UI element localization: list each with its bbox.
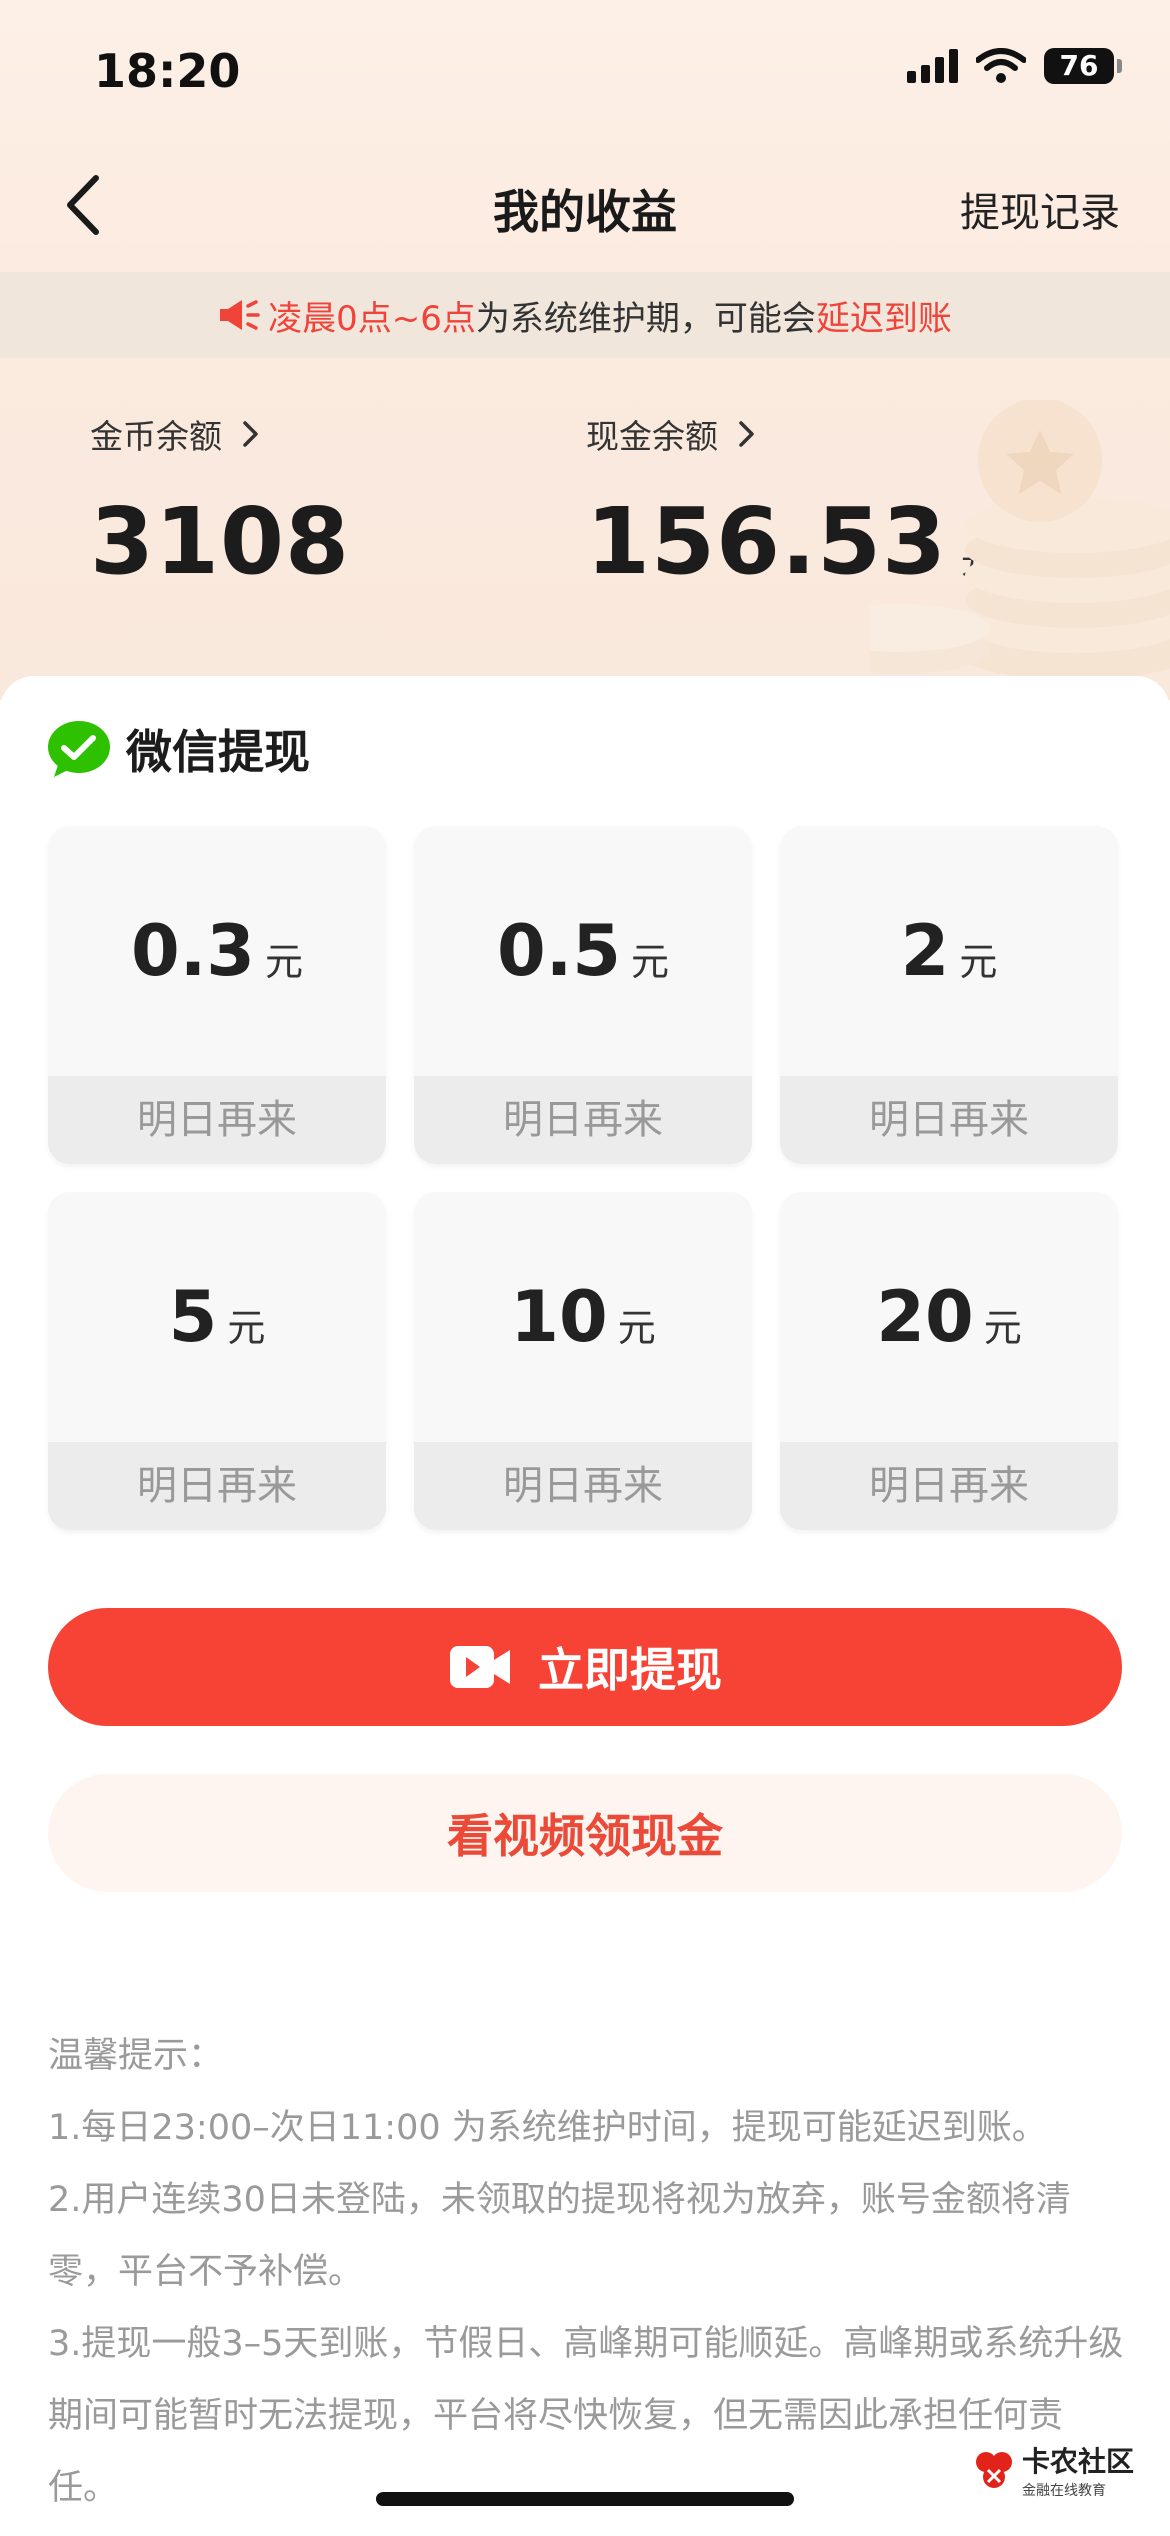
- option-unit: 元: [265, 940, 304, 984]
- amount-option[interactable]: 2元 明日再来: [780, 826, 1118, 1164]
- status-icons: 76: [907, 48, 1122, 84]
- notice-text: 为系统维护期，可能会: [475, 298, 816, 339]
- megaphone-icon: [220, 300, 260, 330]
- amount-option[interactable]: 0.3 元 明日再来: [48, 826, 386, 1164]
- tips-line: 1.每日23:00–次日11:00 为系统维护时间，提现可能延迟到账。: [48, 2108, 1047, 2148]
- tips-title: 温馨提示：: [48, 2036, 224, 2076]
- withdraw-now-label: 立即提现: [538, 1643, 722, 1697]
- coin-stack-illustration: [870, 400, 1170, 680]
- option-status: 明日再来: [780, 1076, 1118, 1164]
- watch-video-label: 看视频领现金: [447, 1809, 723, 1863]
- option-amount: 0.5: [496, 910, 621, 992]
- video-camera-icon: [450, 1646, 510, 1688]
- tips-line: 2.用户连续30日未登陆，未领取的提现将视为放弃，账号金额将清零，平台不予补偿。: [48, 2180, 1071, 2292]
- option-status: 明日再来: [780, 1442, 1118, 1530]
- option-unit: 元: [983, 1306, 1022, 1350]
- coin-balance-label[interactable]: 金币余额: [90, 410, 262, 458]
- cash-balance-title: 现金余额: [586, 417, 718, 456]
- option-status: 明日再来: [414, 1076, 752, 1164]
- amount-option[interactable]: 0.5 元 明日再来: [414, 826, 752, 1164]
- wechat-withdraw-label: 微信提现: [126, 725, 310, 779]
- option-amount: 2: [900, 910, 950, 992]
- notice-delay: 延迟到账: [815, 298, 952, 339]
- amount-option[interactable]: 10 元 明日再来: [414, 1192, 752, 1530]
- withdraw-history-link[interactable]: 提现记录: [960, 180, 1120, 238]
- option-amount: 0.3: [130, 910, 255, 992]
- kanong-logo-icon: [975, 2452, 1012, 2488]
- option-status: 明日再来: [48, 1442, 386, 1530]
- maintenance-notice: 凌晨0点~6点 为系统维护期，可能会 延迟到账: [0, 272, 1170, 358]
- notice-time: 凌晨0点~6点: [268, 298, 476, 339]
- option-amount: 10: [510, 1276, 608, 1358]
- chevron-right-icon: [243, 421, 258, 447]
- watermark-subtitle: 金融在线教育: [1021, 2483, 1106, 2499]
- home-indicator[interactable]: [376, 2492, 794, 2506]
- status-time: 18:20: [94, 44, 241, 98]
- wechat-withdraw-header: 微信提现: [46, 716, 310, 782]
- battery-icon: 76: [1044, 48, 1122, 84]
- tips-section: 温馨提示： 1.每日23:00–次日11:00 为系统维护时间，提现可能延迟到账…: [48, 2020, 1128, 2524]
- option-status: 明日再来: [48, 1076, 386, 1164]
- wifi-icon: [976, 48, 1026, 83]
- wechat-icon: [48, 721, 110, 777]
- amount-option[interactable]: 20 元 明日再来: [780, 1192, 1118, 1530]
- cash-balance-label[interactable]: 现金余额: [586, 410, 758, 458]
- coin-balance-value: 3108: [90, 488, 351, 595]
- option-unit: 元: [617, 1306, 656, 1350]
- chevron-right-icon: [739, 421, 754, 447]
- option-unit: 元: [959, 940, 998, 984]
- option-amount: 5: [168, 1276, 218, 1358]
- watch-video-button[interactable]: 看视频领现金: [48, 1774, 1122, 1892]
- option-unit: 元: [227, 1306, 266, 1350]
- option-unit: 元: [631, 940, 670, 984]
- amount-option[interactable]: 5元 明日再来: [48, 1192, 386, 1530]
- option-status: 明日再来: [414, 1442, 752, 1530]
- coin-balance-title: 金币余额: [90, 417, 222, 456]
- option-amount: 20: [876, 1276, 974, 1358]
- withdraw-now-button[interactable]: 立即提现: [48, 1608, 1122, 1726]
- watermark-title: 卡农社区: [1021, 2445, 1134, 2478]
- cellular-signal-icon: [907, 49, 958, 83]
- kanong-watermark: 卡农社区 金融在线教育: [974, 2440, 1134, 2500]
